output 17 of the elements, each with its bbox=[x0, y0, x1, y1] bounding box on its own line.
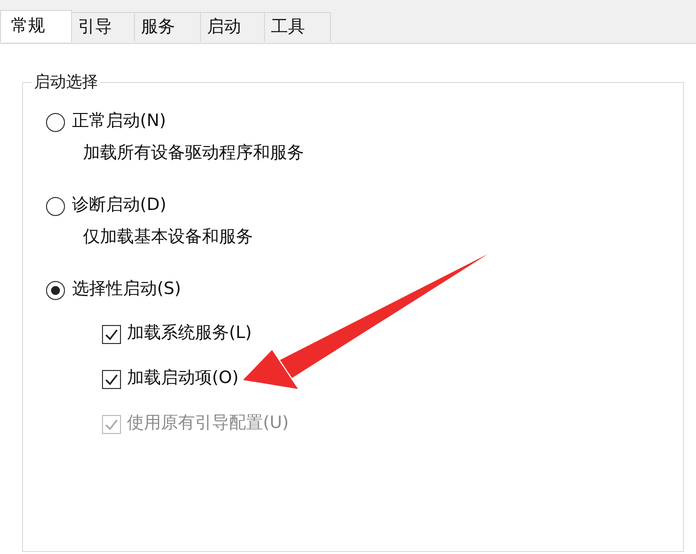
tab[interactable]: 启动 bbox=[201, 12, 265, 42]
radio-button[interactable] bbox=[46, 196, 65, 216]
radio-label[interactable]: 诊断启动(D) bbox=[72, 193, 166, 219]
tab[interactable]: 工具 bbox=[265, 12, 331, 42]
radio-label[interactable]: 选择性启动(S) bbox=[72, 277, 182, 303]
checkbox-label[interactable]: 加载系统服务(L) bbox=[127, 321, 252, 347]
radio-button[interactable] bbox=[46, 280, 65, 300]
option-description: 加载所有设备驱动程序和服务 bbox=[83, 142, 304, 165]
option-description: 仅加载基本设备和服务 bbox=[83, 226, 254, 249]
radio-button[interactable] bbox=[46, 112, 65, 132]
checkbox-label[interactable]: 加载启动项(O) bbox=[127, 366, 239, 392]
radio-label[interactable]: 正常启动(N) bbox=[72, 109, 166, 135]
tab[interactable]: 服务 bbox=[135, 12, 201, 42]
checkbox[interactable] bbox=[102, 324, 121, 344]
tab[interactable]: 引导 bbox=[72, 12, 135, 42]
checkbox[interactable] bbox=[102, 370, 121, 388]
tab[interactable]: 常规 bbox=[0, 10, 72, 42]
